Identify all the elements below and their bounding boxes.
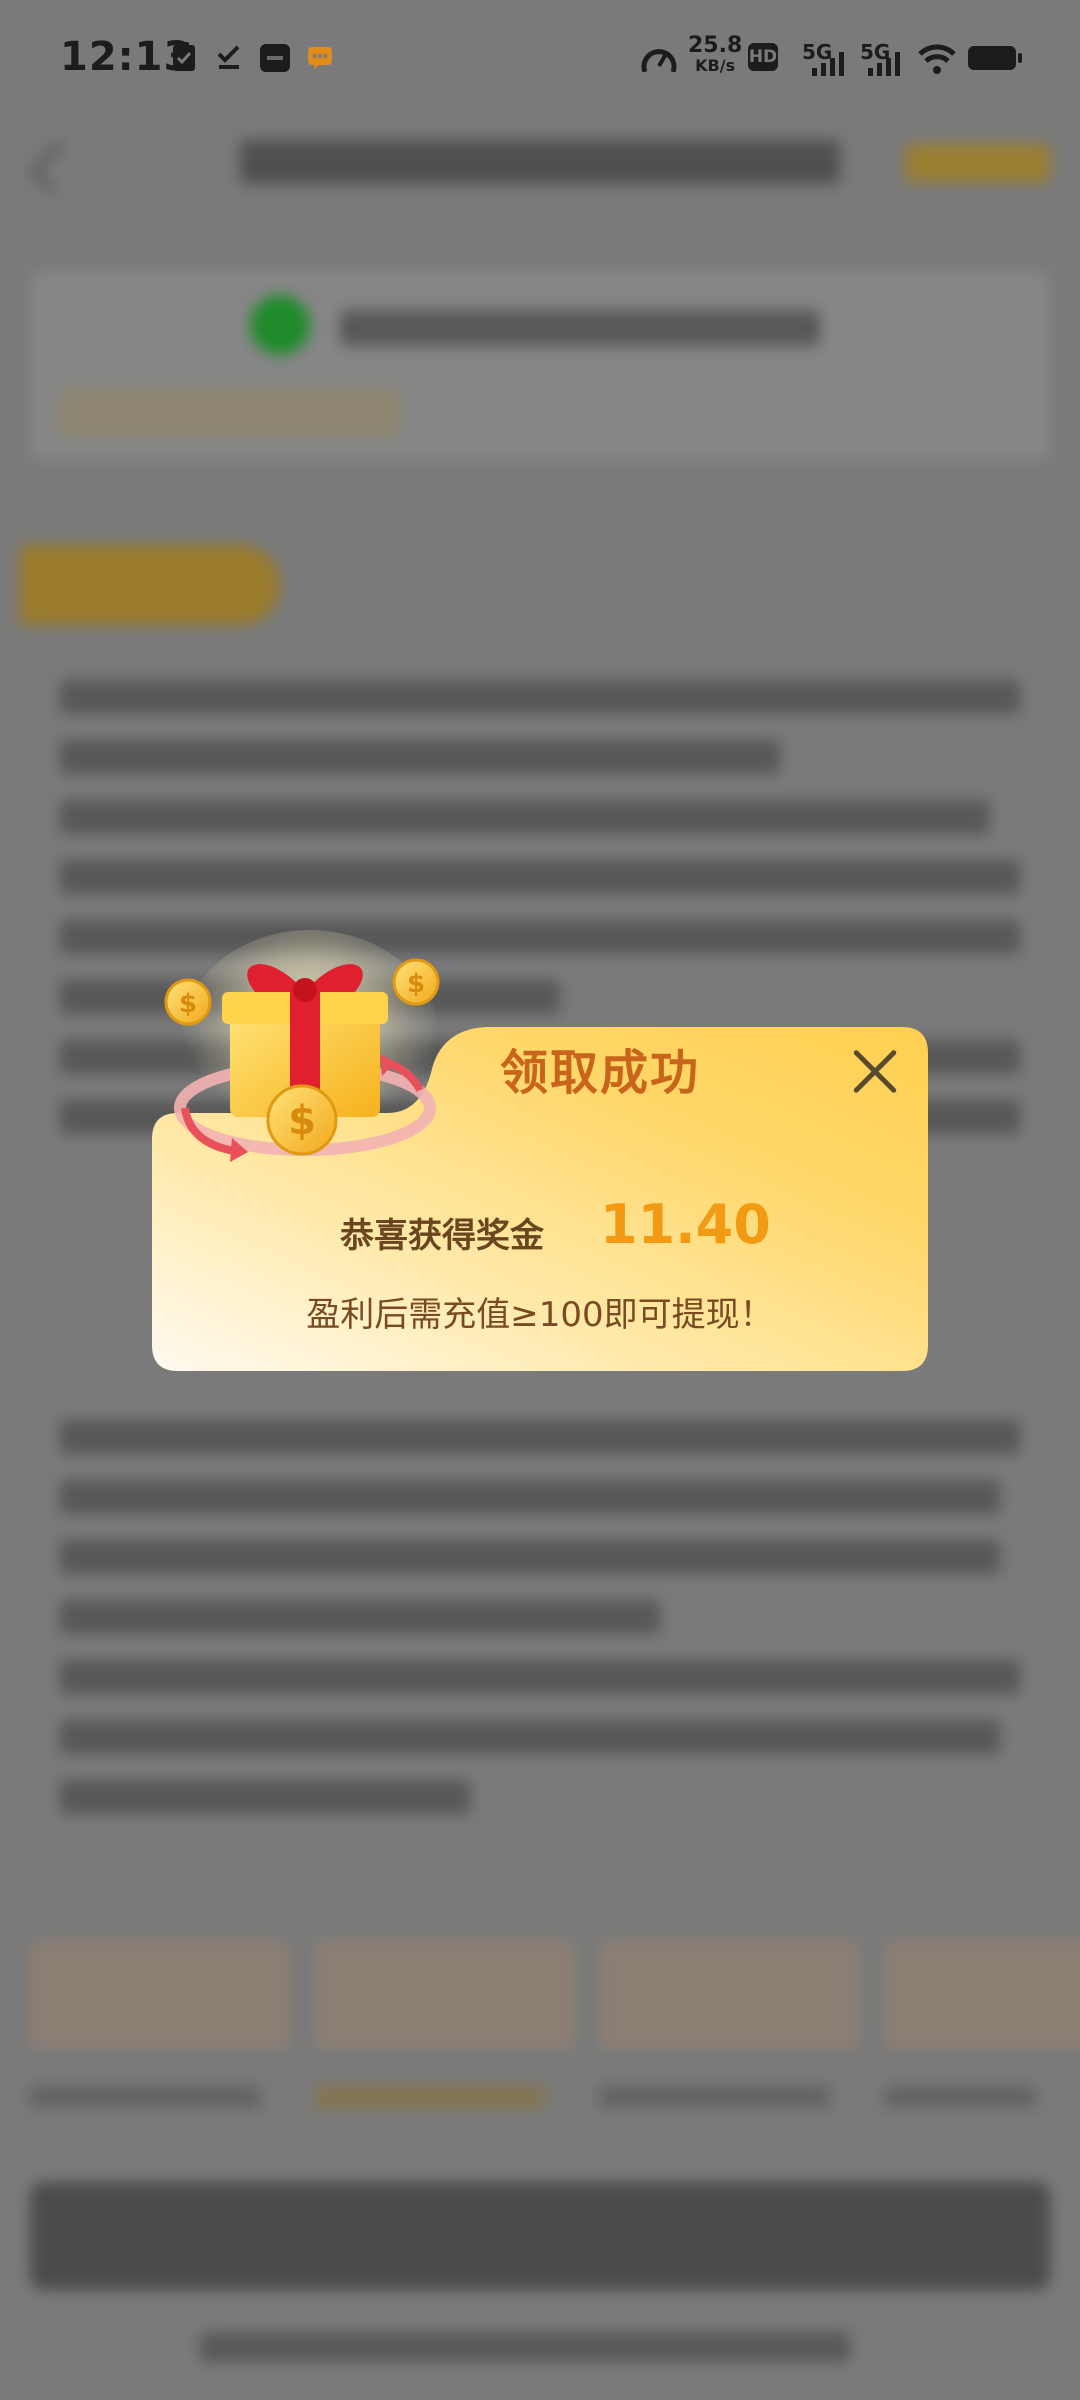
clipboard-check-icon bbox=[173, 42, 195, 71]
task-done-icon bbox=[217, 45, 240, 69]
check-icon bbox=[250, 295, 310, 355]
svg-text:$: $ bbox=[407, 969, 425, 999]
speedometer-icon bbox=[641, 49, 677, 72]
app-notification-icon bbox=[260, 44, 290, 72]
reward-amount: 11.40 bbox=[600, 1193, 771, 1256]
product-card[interactable] bbox=[600, 1940, 860, 2050]
product-card[interactable] bbox=[315, 1940, 575, 2050]
product-card[interactable] bbox=[30, 1940, 290, 2050]
battery-icon bbox=[968, 46, 1022, 70]
info-text-blurred bbox=[340, 310, 820, 346]
product-card[interactable] bbox=[885, 1940, 1080, 2050]
network-speed-value: 25.8 bbox=[688, 33, 743, 58]
network-speed-unit: KB/s bbox=[695, 56, 736, 75]
rule-line-blurred bbox=[60, 680, 1020, 714]
product-label-blurred bbox=[885, 2086, 1035, 2108]
reward-label: 恭喜获得奖金 bbox=[340, 1216, 544, 1256]
rule-line-blurred bbox=[60, 1420, 1020, 1454]
product-label-blurred bbox=[315, 2086, 545, 2108]
rule-line-blurred bbox=[60, 1720, 1000, 1754]
rule-line-blurred bbox=[60, 1540, 1000, 1574]
back-icon bbox=[29, 141, 81, 193]
rule-line-blurred bbox=[60, 800, 990, 834]
gift-box-icon: $ $ $ bbox=[164, 930, 440, 1162]
footer-text-blurred bbox=[200, 2332, 850, 2362]
signal-bars-icon bbox=[812, 52, 844, 76]
header-action-blurred bbox=[905, 144, 1050, 182]
wifi-icon bbox=[918, 44, 956, 74]
product-strip-blurred bbox=[30, 1940, 1080, 2050]
rule-line-blurred bbox=[60, 1660, 1020, 1694]
screen: 12:13 25.8 KB/s HD 5G 5G 领取成功 恭喜获得奖金 11.… bbox=[0, 0, 1080, 2400]
status-bar: 12:13 25.8 KB/s HD 5G 5G bbox=[0, 0, 1080, 120]
svg-text:$: $ bbox=[179, 989, 197, 1019]
rule-line-blurred bbox=[60, 860, 1020, 894]
signal-bars-icon bbox=[868, 52, 900, 76]
network-speed: 25.8 KB/s bbox=[688, 33, 743, 76]
rule-line-blurred bbox=[60, 1480, 1000, 1514]
rule-line-blurred bbox=[60, 1600, 660, 1634]
page-title-blurred bbox=[240, 140, 840, 184]
rule-line-blurred bbox=[60, 740, 780, 774]
product-label-blurred bbox=[30, 2086, 260, 2108]
withdraw-hint: 盈利后需充值≥100即可提现！ bbox=[306, 1295, 774, 1335]
svg-text:$: $ bbox=[288, 1098, 316, 1144]
info-pill-blurred bbox=[60, 388, 400, 438]
rules-tag-blurred bbox=[20, 545, 280, 625]
dialog-title: 领取成功 bbox=[499, 1045, 700, 1101]
message-icon bbox=[308, 47, 332, 69]
close-icon[interactable] bbox=[850, 1047, 900, 1097]
rule-line-blurred bbox=[60, 1780, 470, 1814]
main-action-button-blurred[interactable] bbox=[30, 2182, 1050, 2290]
product-label-blurred bbox=[600, 2086, 830, 2108]
hd-badge: HD bbox=[748, 43, 778, 71]
